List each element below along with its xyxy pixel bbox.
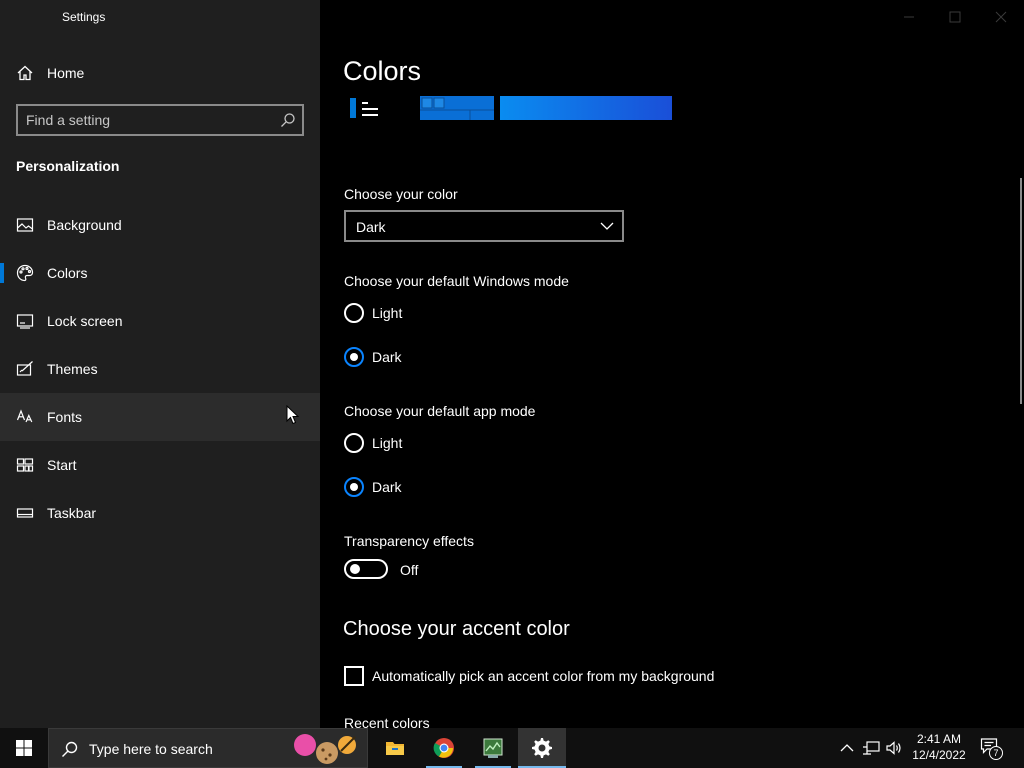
sidebar-item-label: Background <box>47 217 122 233</box>
search-icon <box>62 741 78 757</box>
section-title: Personalization <box>16 158 120 174</box>
auto-accent-label: Automatically pick an accent color from … <box>372 668 715 684</box>
sidebar-item-label: Start <box>47 457 77 473</box>
action-center-button[interactable]: 7 <box>980 737 1004 760</box>
selection-indicator <box>0 263 4 283</box>
page-title: Colors <box>343 56 422 86</box>
taskbar: Type here to search 2:41 AM 12/4/2022 7 <box>0 728 1024 768</box>
volume-icon[interactable] <box>885 739 903 757</box>
app-mode-dark-radio[interactable]: Dark <box>344 475 544 499</box>
minimize-icon[interactable] <box>886 8 932 26</box>
sidebar-item-label: Fonts <box>47 409 83 425</box>
accent-color-heading: Choose your accent color <box>343 618 570 640</box>
taskbar-search[interactable]: Type here to search <box>48 728 368 768</box>
sidebar: Settings Home Personalization Background… <box>0 0 320 728</box>
search-icon[interactable] <box>280 112 296 128</box>
chrome-icon <box>433 738 454 758</box>
app-mode-light-radio[interactable]: Light <box>344 431 544 455</box>
sidebar-home[interactable]: Home <box>0 56 320 90</box>
taskbar-chrome[interactable] <box>420 728 468 768</box>
start-icon <box>16 458 34 472</box>
radio-circle[interactable] <box>344 477 364 497</box>
close-icon[interactable] <box>978 8 1024 26</box>
clock-date: 12/4/2022 <box>912 748 966 762</box>
radio-label: Dark <box>372 349 402 365</box>
sidebar-item-lock-screen[interactable]: Lock screen <box>0 297 320 345</box>
sidebar-item-fonts[interactable]: Fonts <box>0 393 320 441</box>
color-preview <box>350 96 672 120</box>
windows-start-icon[interactable] <box>0 728 48 768</box>
scrollbar[interactable] <box>1020 178 1022 404</box>
sidebar-item-label: Themes <box>47 361 98 377</box>
picture-icon <box>16 218 34 232</box>
taskbar-icon <box>16 508 34 518</box>
app-mode-label: Choose your default app mode <box>344 403 536 419</box>
recent-colors-label: Recent colors <box>344 715 430 728</box>
radio-circle[interactable] <box>344 433 364 453</box>
file-explorer-icon <box>386 742 404 755</box>
taskbar-file-explorer[interactable] <box>371 728 419 768</box>
radio-circle[interactable] <box>344 347 364 367</box>
taskbar-settings[interactable] <box>518 728 566 768</box>
chevron-down-icon <box>600 222 614 230</box>
main-content: Colors Choose your color Dark Choose you… <box>320 0 1024 728</box>
color-mode-dropdown[interactable]: Dark <box>344 210 624 242</box>
sidebar-item-background[interactable]: Background <box>0 201 320 249</box>
task-manager-icon <box>483 738 503 758</box>
sidebar-item-label: Lock screen <box>47 313 123 329</box>
taskbar-task-manager[interactable] <box>469 728 517 768</box>
radio-circle[interactable] <box>344 303 364 323</box>
transparency-label: Transparency effects <box>344 533 474 549</box>
find-setting-search[interactable] <box>16 104 304 136</box>
maximize-icon[interactable] <box>932 8 978 26</box>
chevron-up-icon[interactable] <box>838 739 856 757</box>
choose-color-label: Choose your color <box>344 186 458 202</box>
settings-icon <box>532 738 552 758</box>
transparency-toggle[interactable] <box>344 559 388 579</box>
sidebar-item-label: Colors <box>47 265 88 281</box>
notification-count: 7 <box>989 746 1003 760</box>
sidebar-item-themes[interactable]: Themes <box>0 345 320 393</box>
mouse-cursor-icon <box>286 405 300 425</box>
home-icon <box>17 65 33 81</box>
radio-label: Light <box>372 435 403 451</box>
themes-icon <box>16 361 33 376</box>
windows-mode-label: Choose your default Windows mode <box>344 273 569 289</box>
taskbar-search-text: Type here to search <box>89 741 213 757</box>
sidebar-home-label: Home <box>47 65 85 81</box>
fonts-icon <box>16 409 33 423</box>
window-title: Settings <box>62 10 106 24</box>
radio-label: Dark <box>372 479 402 495</box>
sidebar-item-taskbar[interactable]: Taskbar <box>0 489 320 537</box>
search-highlight-icon <box>294 734 356 764</box>
sidebar-item-start[interactable]: Start <box>0 441 320 489</box>
sidebar-item-label: Taskbar <box>47 505 97 521</box>
palette-icon <box>16 264 34 282</box>
toggle-state-text: Off <box>400 562 419 578</box>
lock-screen-icon <box>16 314 34 329</box>
find-setting-input[interactable] <box>26 110 276 130</box>
network-icon[interactable] <box>862 739 880 757</box>
dropdown-value: Dark <box>356 219 386 235</box>
sidebar-item-colors[interactable]: Colors <box>0 249 320 297</box>
toggle-knob <box>350 564 360 574</box>
radio-label: Light <box>372 305 403 321</box>
windows-mode-light-radio[interactable]: Light <box>344 301 544 325</box>
clock-time: 2:41 AM <box>916 732 962 746</box>
windows-mode-dark-radio[interactable]: Dark <box>344 345 544 369</box>
auto-accent-checkbox[interactable] <box>344 666 364 686</box>
clock[interactable]: 2:41 AM 12/4/2022 <box>906 731 972 763</box>
